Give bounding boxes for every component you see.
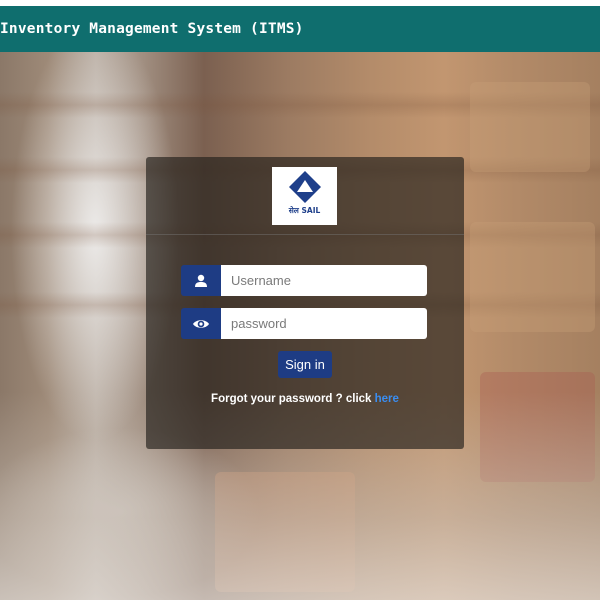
password-field xyxy=(181,308,427,339)
app-header: Inventory Management System (ITMS) xyxy=(0,6,600,52)
sail-logo-icon xyxy=(288,171,321,203)
background-box xyxy=(470,82,590,172)
forgot-password-text: Forgot your password ? click here xyxy=(146,393,464,405)
panel-divider xyxy=(146,234,464,235)
username-field xyxy=(181,265,427,296)
sail-logo: सेल SAIL xyxy=(272,167,337,225)
user-icon xyxy=(181,265,221,296)
background-box xyxy=(470,222,595,332)
forgot-password-label: Forgot your password ? click xyxy=(211,393,375,405)
sign-in-button[interactable]: Sign in xyxy=(278,351,332,378)
username-input[interactable] xyxy=(221,265,427,296)
forgot-password-link[interactable]: here xyxy=(375,393,399,405)
login-panel: सेल SAIL Sign in Forgot your password ? … xyxy=(146,157,464,449)
eye-icon[interactable] xyxy=(181,308,221,339)
app-title: Inventory Management System (ITMS) xyxy=(0,21,304,37)
logo-text: सेल SAIL xyxy=(288,206,321,215)
password-input[interactable] xyxy=(221,308,427,339)
